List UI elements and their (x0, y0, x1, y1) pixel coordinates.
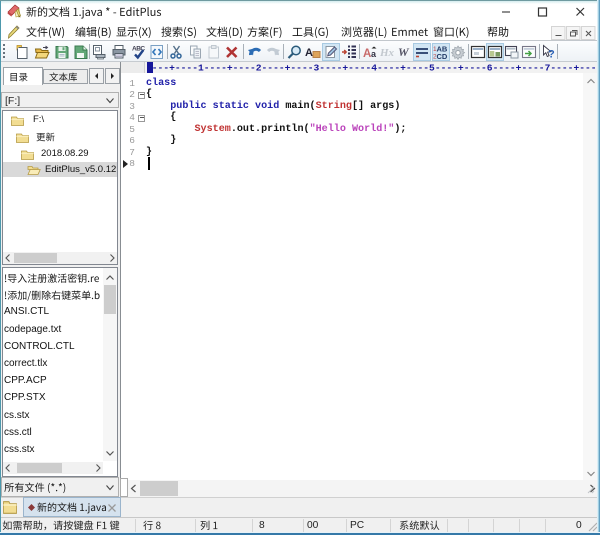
svg-text:----+----1----+----2----+----3: ----+----1----+----2----+----3----+----4… (146, 63, 598, 74)
svg-text:W: W (398, 45, 410, 59)
svg-text:?: ? (548, 49, 555, 61)
svg-text:A: A (305, 47, 313, 59)
svg-text:Hx: Hx (380, 47, 395, 59)
svg-text:a: a (371, 49, 377, 59)
svg-text:CD: CD (437, 52, 448, 60)
